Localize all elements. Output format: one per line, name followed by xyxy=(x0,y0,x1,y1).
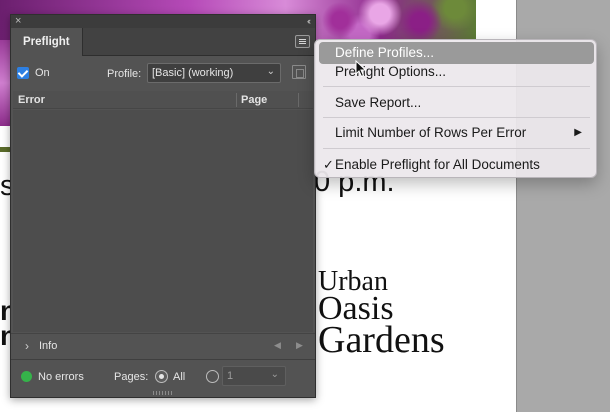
preflight-on-checkbox[interactable] xyxy=(17,67,29,79)
column-error[interactable]: Error xyxy=(18,94,45,106)
panel-menu-icon[interactable] xyxy=(295,35,310,48)
menu-separator xyxy=(323,117,590,118)
profile-dropdown[interactable]: [Basic] (working) ⌄ xyxy=(147,63,281,83)
menu-item-save-report[interactable]: Save Report... xyxy=(319,92,594,114)
menu-separator xyxy=(323,148,590,149)
green-rule xyxy=(0,147,10,152)
collapse-icon[interactable]: ‹‹ xyxy=(307,15,311,28)
error-list[interactable] xyxy=(13,110,313,332)
previous-error-button[interactable]: ◀ xyxy=(274,340,281,351)
status-text: No errors xyxy=(38,371,84,383)
resize-grip[interactable] xyxy=(153,391,173,395)
column-divider xyxy=(236,93,237,107)
status-bar: No errors Pages: All 1 ⌄ xyxy=(11,359,315,389)
photo-edge xyxy=(0,40,10,126)
preflight-controls: On Profile: [Basic] (working) ⌄ xyxy=(11,57,315,87)
error-list-header: Error Page xyxy=(13,91,313,109)
pages-all-radio[interactable] xyxy=(155,370,168,383)
column-page[interactable]: Page xyxy=(241,94,267,106)
profile-value: [Basic] (working) xyxy=(152,67,234,79)
preflight-panel: × ‹‹ Preflight On Profile: [Basic] (work… xyxy=(10,14,316,398)
profile-label: Profile: xyxy=(107,68,142,80)
panel-tab-row: Preflight xyxy=(11,28,315,56)
column-divider xyxy=(298,93,299,107)
preflight-on-label: On xyxy=(35,67,50,79)
menu-item-limit-rows[interactable]: Limit Number of Rows Per Error ▶ xyxy=(319,122,594,144)
page-range-value: 1 xyxy=(227,370,234,382)
checkmark-icon: ✓ xyxy=(323,157,334,172)
pages-all-label: All xyxy=(173,371,186,383)
chevron-right-icon[interactable]: › xyxy=(25,339,29,353)
submenu-arrow-icon: ▶ xyxy=(574,127,582,138)
menu-item-limit-rows-label: Limit Number of Rows Per Error xyxy=(335,125,527,140)
pages-range-radio[interactable] xyxy=(206,370,219,383)
chevron-down-icon: ⌄ xyxy=(270,369,279,380)
info-label[interactable]: Info xyxy=(39,340,57,352)
chevron-down-icon: ⌄ xyxy=(266,66,275,77)
mouse-cursor-icon xyxy=(355,60,367,78)
menu-separator xyxy=(323,86,590,87)
document-title-gardens: Gardens xyxy=(318,319,445,361)
menu-item-enable-all-documents[interactable]: ✓ Enable Preflight for All Documents xyxy=(319,154,594,176)
status-indicator-icon xyxy=(21,371,32,382)
next-error-button[interactable]: ▶ xyxy=(296,340,303,351)
pages-label: Pages: xyxy=(114,371,149,383)
menu-item-enable-all-label: Enable Preflight for All Documents xyxy=(335,157,540,172)
panel-titlebar[interactable]: × ‹‹ xyxy=(11,15,315,28)
tab-preflight[interactable]: Preflight xyxy=(11,28,83,56)
embed-profile-icon[interactable] xyxy=(292,65,306,79)
info-section: › Info ◀ ▶ xyxy=(11,333,315,357)
close-icon[interactable]: × xyxy=(15,15,21,28)
page-range-field[interactable]: 1 ⌄ xyxy=(222,366,286,386)
